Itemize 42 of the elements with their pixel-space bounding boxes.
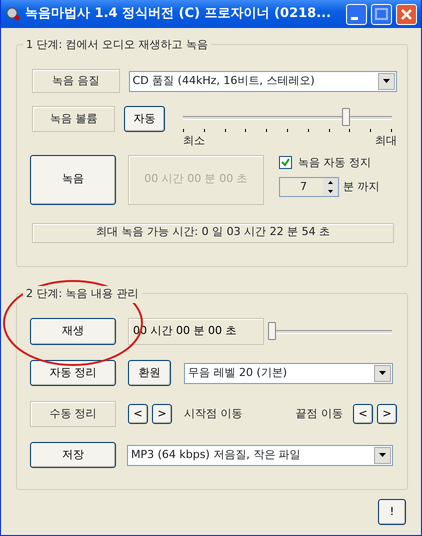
dropdown-value: CD 품질 (44kHz, 16비트, 스테레오) xyxy=(132,72,315,89)
start-move-label: 시작점 이동 xyxy=(184,406,242,422)
minutes-spinner[interactable]: 7 xyxy=(279,177,339,197)
minimize-icon xyxy=(351,16,358,20)
previous-button[interactable]: < xyxy=(128,404,148,424)
status-bar: 최대 녹음 가능 시간: 0 일 03 시간 22 분 54 초 xyxy=(32,222,394,242)
slider-thumb[interactable] xyxy=(268,322,276,340)
auto-trim-button[interactable]: 자동 정리 xyxy=(30,360,116,386)
close-icon xyxy=(401,8,412,20)
save-button[interactable]: 저장 xyxy=(30,442,116,468)
max-label: 최대 xyxy=(375,133,397,149)
field-label: 녹음 음질 xyxy=(32,69,120,93)
dropdown-value: MP3 (64 kbps) 저음질, 작은 파일 xyxy=(131,446,301,463)
minimize-button[interactable] xyxy=(346,4,367,24)
end-move-label: 끝점 이동 xyxy=(296,406,343,422)
time-display: 00 시간 00 분 00 초 xyxy=(128,154,264,204)
field-label: 수동 정리 xyxy=(30,401,116,427)
silence-level-dropdown[interactable]: 무음 레벨 20 (기본) xyxy=(184,362,393,384)
next-button[interactable]: > xyxy=(152,404,172,424)
checkbox[interactable] xyxy=(279,156,292,170)
restore-button[interactable]: 환원 xyxy=(128,360,171,386)
auto-button[interactable]: 자동 xyxy=(124,106,165,132)
play-button[interactable]: 재생 xyxy=(30,318,116,345)
window-title: 녹음마법사 1.4 정식버전 (C) 프로자이너 (0218... xyxy=(25,5,332,24)
min-label: 최소 xyxy=(183,133,205,149)
info-button[interactable]: ! xyxy=(378,499,406,525)
app-icon xyxy=(5,6,21,22)
spin-arrows-icon[interactable] xyxy=(323,178,338,196)
group-title: 2 단계: 녹음 내용 관리 xyxy=(23,286,142,302)
maximize-button[interactable] xyxy=(371,4,392,24)
dropdown-value: 무음 레벨 20 (기본) xyxy=(188,364,288,381)
field-label: 녹음 볼륨 xyxy=(32,106,116,132)
next-button[interactable]: > xyxy=(377,404,397,424)
close-button[interactable] xyxy=(396,4,417,24)
slider-thumb[interactable] xyxy=(342,108,350,126)
quality-dropdown[interactable]: CD 품질 (44kHz, 16비트, 스테레오) xyxy=(128,70,397,92)
minutes-label: 분 까지 xyxy=(343,178,380,195)
previous-button[interactable]: < xyxy=(353,404,373,424)
maximize-icon xyxy=(375,8,388,20)
checkbox-label: 녹음 자동 정지 xyxy=(298,154,371,170)
format-dropdown[interactable]: MP3 (64 kbps) 저음질, 작은 파일 xyxy=(127,444,393,466)
record-button[interactable]: 녹음 xyxy=(30,154,116,204)
